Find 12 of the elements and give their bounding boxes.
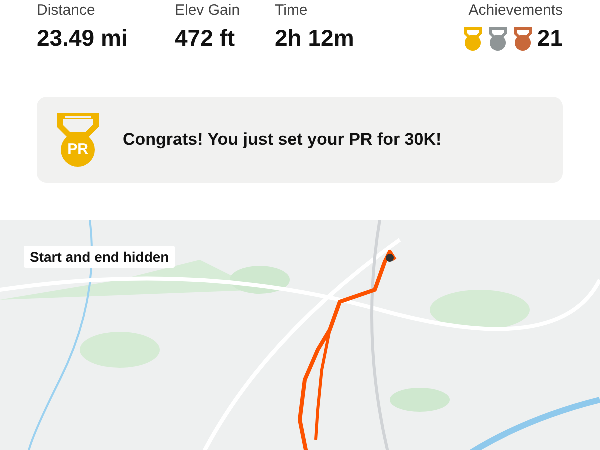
medal-icon xyxy=(55,111,101,169)
achievement-count: 21 xyxy=(537,25,563,52)
map-note: Start and end hidden xyxy=(24,246,176,268)
stat-value: 472 ft xyxy=(175,25,236,52)
stat-label: Time xyxy=(275,2,309,19)
pr-label: PR xyxy=(66,141,90,158)
stat-label: Distance xyxy=(37,2,96,19)
pr-message: Congrats! You just set your PR for 30K! xyxy=(123,130,442,150)
stat-value: 23.49 mi xyxy=(37,25,129,52)
stat-value: 2h 12m xyxy=(275,25,356,52)
stat-label: Achievements xyxy=(468,2,563,19)
stat-label: Elev Gain xyxy=(175,2,242,19)
